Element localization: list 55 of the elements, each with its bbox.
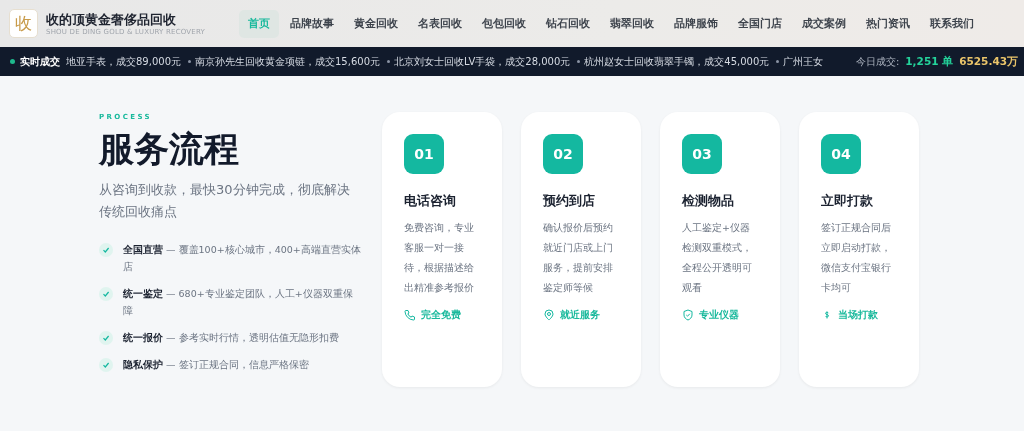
step-title: 立即打款 (821, 193, 874, 210)
check-icon (99, 358, 113, 372)
ticker-item: 杭州赵女士回收翡翠手镯，成交45,000元 (584, 54, 770, 69)
bullet-icon (577, 60, 581, 63)
step-title: 检测物品 (682, 193, 735, 210)
feature-text: 统一报价 — 参考实时行情，透明估值无隐形扣费 (123, 331, 339, 345)
nav-link[interactable]: 联系我们 (921, 9, 983, 38)
nav-link[interactable]: 翡翠回收 (601, 9, 663, 38)
step-tag: 就近服务 (560, 308, 600, 322)
step-description: 免费咨询，专业客服一对一接待，根据描述给出精准参考报价 (404, 221, 475, 295)
live-dot-icon (10, 59, 15, 64)
location-pin-icon (543, 309, 555, 321)
shield-check-icon (682, 309, 694, 321)
check-icon (99, 331, 113, 345)
step-number: 04 (821, 134, 861, 174)
step-title: 预约到店 (543, 193, 596, 210)
step-description: 确认报价后预约就近门店或上门服务，提前安排鉴定师等候 (543, 221, 614, 295)
check-icon (99, 243, 113, 257)
phone-icon (404, 309, 416, 321)
section-title: 服务流程 (99, 129, 240, 169)
nav-link[interactable]: 成交案例 (793, 9, 855, 38)
ticker-item: 广州王女 (783, 54, 824, 69)
nav-link[interactable]: 黄金回收 (345, 9, 407, 38)
step-title: 电话咨询 (404, 193, 457, 210)
ticker-label: 实时成交 (20, 54, 60, 69)
nav-link[interactable]: 热门资讯 (857, 9, 919, 38)
today-amount: 6525.43万 (959, 54, 1018, 69)
step-number: 02 (543, 134, 583, 174)
nav-link[interactable]: 钻石回收 (537, 9, 599, 38)
feature-text: 全国直营 — 覆盖100+核心城市，400+高端直营实体店 (123, 243, 362, 274)
nav-link[interactable]: 全国门店 (729, 9, 791, 38)
ticker-item: 地亚手表，成交89,000元 (66, 54, 181, 69)
bullet-icon (188, 60, 191, 63)
bullet-icon (776, 60, 780, 63)
feature-text: 隐私保护 — 签订正规合同，信息严格保密 (123, 358, 309, 372)
step-number: 03 (682, 134, 722, 174)
feature-text: 统一鉴定 — 680+专业鉴定团队，人工+仪器双重保障 (123, 287, 354, 318)
ticker-item: 北京刘女士回收LV手袋，成交28,000元 (394, 54, 571, 69)
nav-link[interactable]: 名表回收 (409, 9, 471, 38)
step-tag: 当场打款 (838, 308, 878, 322)
step-tag: 完全免费 (421, 308, 461, 322)
nav-link[interactable]: 包包回收 (473, 9, 535, 38)
check-icon (99, 287, 113, 301)
step-description: 人工鉴定+仪器检测双重模式，全程公开透明可观看 (682, 221, 753, 295)
nav-link[interactable]: 品牌服饰 (665, 9, 727, 38)
brand-name: 收的顶黄金奢侈品回收 (46, 11, 177, 28)
nav-link[interactable]: 品牌故事 (281, 9, 343, 38)
section-subtitle: 从咨询到收款，最快30分钟完成，彻底解决传统回收痛点 (99, 181, 351, 221)
ticker-item: 南京孙先生回收黄金项链，成交15,600元 (195, 54, 380, 69)
step-number: 01 (404, 134, 444, 174)
step-description: 签订正规合同后立即启动打款，微信支付宝银行卡均可 (821, 221, 892, 295)
step-tag: 专业仪器 (699, 308, 739, 322)
bullet-icon (387, 60, 390, 63)
today-label: 今日成交: (855, 54, 900, 69)
today-orders: 1,251 单 (905, 54, 954, 69)
